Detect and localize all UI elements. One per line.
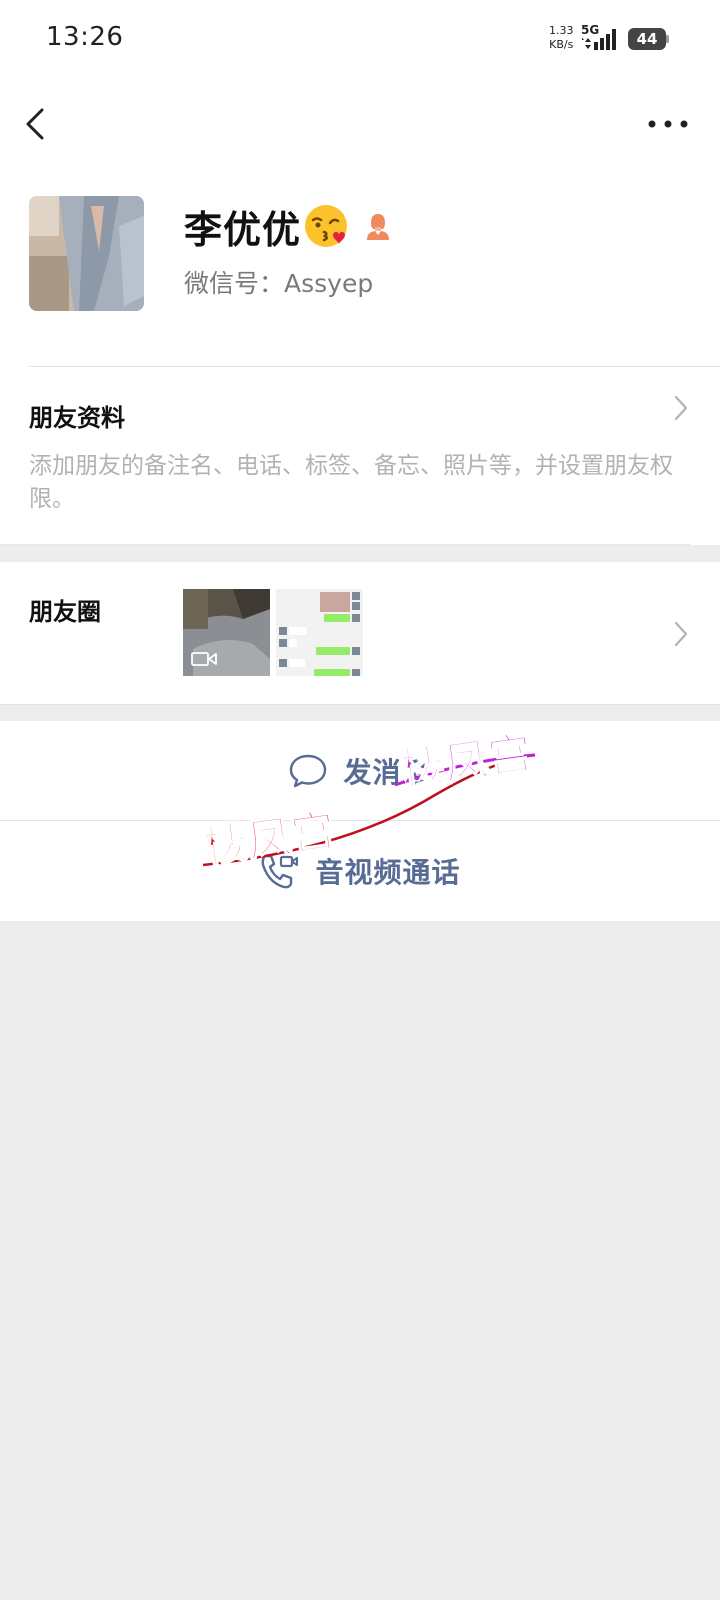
profile-name: 李优优 [184,207,302,252]
wechat-id: 微信号：Assyep [184,269,374,298]
chevron-right-icon [674,621,688,647]
moments-thumbnail-video [183,589,270,676]
divider [0,704,720,705]
divider [29,366,720,367]
network-speed-value: 1.33 [549,24,574,37]
avatar[interactable] [29,196,144,311]
friend-info-description: 添加朋友的备注名、电话、标签、备忘、照片等，并设置朋友权限。 [29,453,673,512]
female-icon [367,214,390,240]
action-panel: 发消息 音视频通话 [0,721,720,921]
chat-bubble-icon [290,754,327,788]
status-time: 13:26 [46,22,124,52]
phone-video-icon [262,854,299,889]
more-options-button[interactable] [648,112,688,136]
network-speed: 1.33 KB/s [549,24,574,52]
moments-title: 朋友圈 [29,598,101,626]
signal-icon [582,29,616,50]
divider [0,544,690,545]
kissing-face-emoji [305,205,348,247]
profile-name-row: 李优优 [184,198,393,254]
avatar-image [29,196,144,311]
back-button[interactable] [22,104,52,144]
network-speed-unit: KB/s [549,38,574,51]
moments-thumbnail-chat [276,589,363,676]
battery-indicator: 44 [628,28,666,50]
friend-info-title: 朋友资料 [29,404,125,432]
video-camera-icon [191,652,217,666]
chevron-right-icon [674,395,688,421]
battery-tip [666,35,669,43]
send-message-button[interactable]: 发消息 [0,721,720,821]
send-message-label: 发消息 [343,756,431,789]
video-call-label: 音视频通话 [315,856,461,889]
moments-row[interactable]: 朋友圈 [0,562,720,704]
video-call-button[interactable]: 音视频通话 [0,821,720,921]
